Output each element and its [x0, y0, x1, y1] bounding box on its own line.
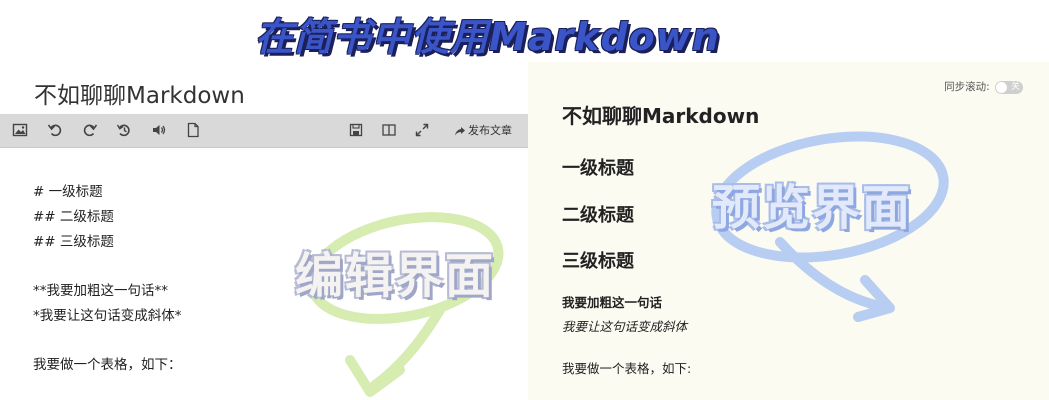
sync-scroll-label: 同步滚动:	[944, 81, 990, 93]
editor-line: **我要加粗这一句话**	[33, 283, 168, 299]
toggle-state-label: 关	[1010, 81, 1020, 92]
fullscreen-icon[interactable]	[414, 122, 430, 138]
editor-line: # 一级标题	[33, 184, 103, 200]
history-icon[interactable]	[116, 122, 132, 138]
toggle-knob	[996, 81, 1007, 93]
preview-italic-text: 我要让这句话变成斜体	[562, 319, 688, 334]
editor-line: ## 二级标题	[33, 209, 114, 225]
preview-paragraph: 我要做一个表格，如下:	[562, 361, 692, 376]
banner: 在简书中使用Markdown	[0, 0, 1049, 62]
redo-icon[interactable]	[82, 122, 98, 138]
sync-scroll-control[interactable]: 同步滚动: 关	[944, 79, 1023, 94]
audio-icon[interactable]	[151, 122, 167, 138]
editor-line-blank	[33, 329, 182, 353]
preview-heading-2: 二级标题	[562, 205, 634, 226]
preview-overlay-label: 预览界面	[712, 180, 913, 236]
save-icon[interactable]	[348, 122, 364, 138]
split-view-icon[interactable]	[381, 122, 397, 138]
preview-heading-1: 一级标题	[562, 158, 634, 179]
preview-heading-3: 三级标题	[562, 251, 634, 272]
editor-textarea[interactable]: # 一级标题 ## 二级标题 ## 三级标题 **我要加粗这一句话** *我要让…	[33, 180, 182, 378]
publish-label: 发布文章	[468, 124, 512, 137]
share-icon	[455, 127, 465, 136]
edit-view-overlay-label: 编辑界面	[295, 248, 496, 304]
image-icon[interactable]	[12, 122, 28, 138]
editor-line: ## 三级标题	[33, 234, 114, 250]
sync-scroll-toggle[interactable]: 关	[995, 80, 1023, 94]
banner-title: 在简书中使用Markdown	[255, 15, 720, 59]
undo-icon[interactable]	[47, 122, 63, 138]
preview-bold-text: 我要加粗这一句话	[562, 295, 663, 310]
file-icon[interactable]	[185, 122, 201, 138]
screenshot-canvas: 在简书中使用Markdown 不如聊聊Markdown 发布文章 # 一级标题 …	[0, 0, 1049, 400]
editor-line: *我要让这句话变成斜体*	[33, 308, 182, 324]
publish-button[interactable]: 发布文章	[454, 122, 512, 138]
editor-line: 我要做一个表格，如下：	[33, 357, 182, 373]
editor-toolbar: 发布文章	[0, 114, 528, 148]
editor-title-input[interactable]: 不如聊聊Markdown	[34, 76, 245, 110]
editor-line-blank	[33, 255, 182, 279]
